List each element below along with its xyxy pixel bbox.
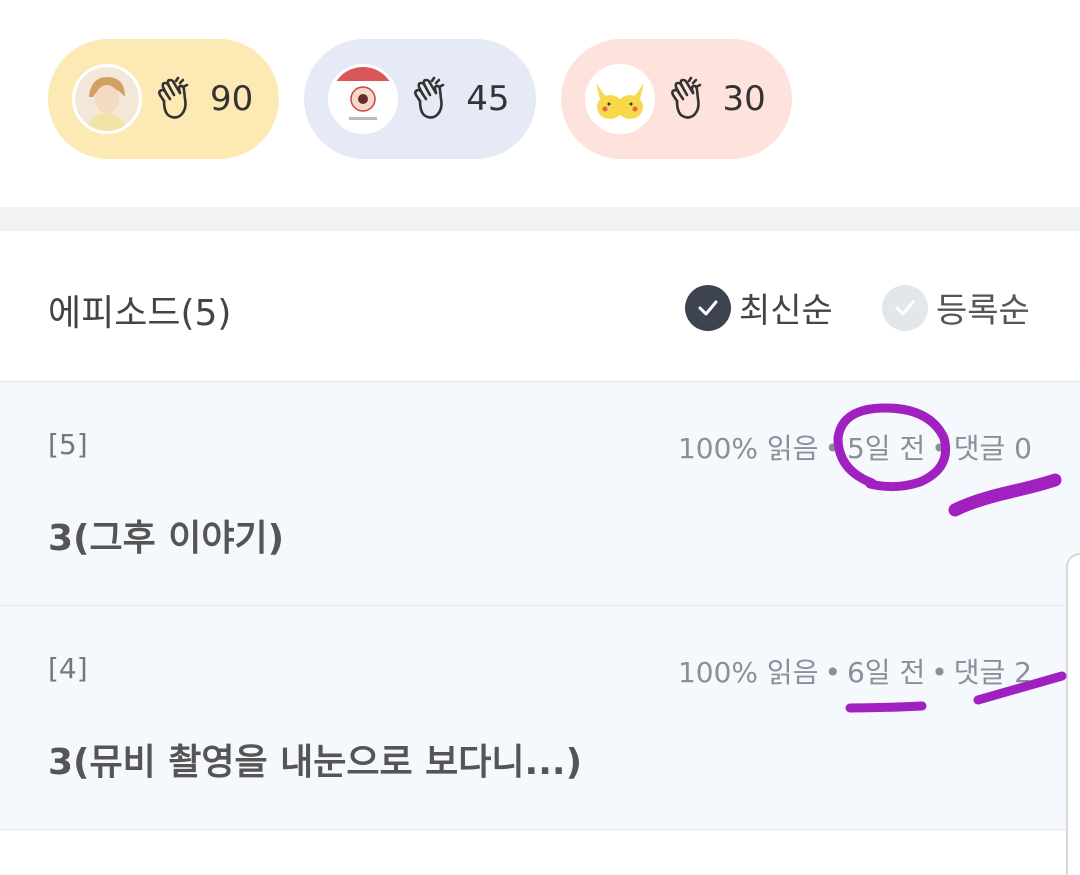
episode-number: [5] <box>48 428 88 461</box>
list-item[interactable]: [5] 100% 읽음 • 5일 전 • 댓글 0 3(그후 이야기) <box>0 381 1080 605</box>
clap-count: 30 <box>722 79 766 119</box>
episode-count-title: 에피소드(5) <box>48 293 232 334</box>
section-divider <box>0 207 1080 231</box>
episode-meta: 100% 읽음 • 5일 전 • 댓글 0 <box>677 432 1032 465</box>
episode-date: 5일 전 <box>846 432 926 465</box>
side-panel-edge <box>1066 553 1080 875</box>
read-progress: 100% 읽음 <box>677 432 819 465</box>
sort-registered-label: 등록순 <box>936 291 1030 331</box>
check-icon <box>685 284 731 331</box>
sort-registered-button[interactable]: 등록순 <box>882 283 1030 332</box>
comment-count: 댓글 2 <box>953 656 1032 689</box>
list-item[interactable]: [4] 100% 읽음 • 6일 전 • 댓글 2 3(뮤비 촬영을 내눈으로 보다니.… <box>0 605 1080 829</box>
clap-count: 90 <box>210 79 254 119</box>
clap-icon <box>414 76 445 119</box>
comment-count: 댓글 0 <box>953 432 1032 465</box>
read-progress: 100% 읽음 <box>677 656 819 689</box>
episode-list: [5] 100% 읽음 • 5일 전 • 댓글 0 3(그후 이야기) [4] 100%… <box>0 381 1080 829</box>
check-icon <box>882 284 928 331</box>
person-avatar <box>72 64 142 134</box>
clap-count: 45 <box>466 79 510 119</box>
episode-number: [4] <box>48 652 88 685</box>
episode-date: 6일 전 <box>846 656 926 689</box>
episode-meta: 100% 읽음 • 6일 전 • 댓글 2 <box>677 656 1032 689</box>
episode-title: 3(그후 이야기) <box>48 518 285 559</box>
badge-avatar <box>328 64 399 134</box>
clap-icon <box>670 76 701 119</box>
supporter-pill[interactable]: 30 <box>560 39 792 159</box>
supporter-list: 90 45 30 <box>48 39 792 159</box>
supporter-pill[interactable]: 90 <box>48 39 280 159</box>
pikachu-avatar <box>584 64 655 134</box>
sort-latest-button[interactable]: 최신순 <box>685 283 833 332</box>
episode-title: 3(뮤비 촬영을 내눈으로 보다니...) <box>48 742 583 783</box>
supporter-pill[interactable]: 45 <box>304 39 536 159</box>
list-divider <box>0 829 1080 830</box>
sort-latest-label: 최신순 <box>739 291 833 331</box>
clap-icon <box>158 76 189 119</box>
episode-list-header: 에피소드(5) 최신순 등록순 <box>0 231 1080 381</box>
